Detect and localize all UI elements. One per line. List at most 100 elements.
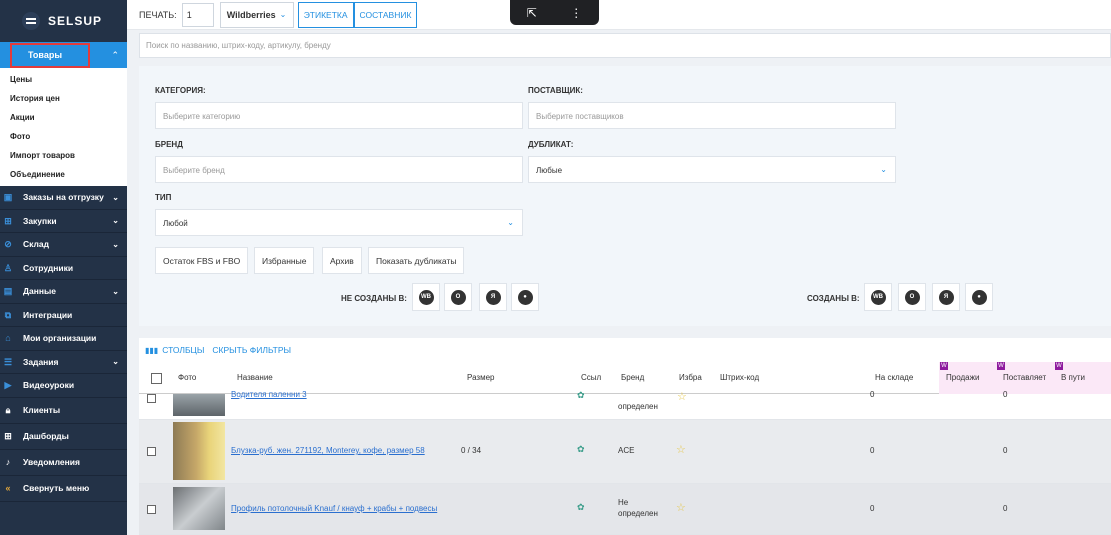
video-overlay-controls: ⇱ ⋮	[510, 0, 599, 25]
product-name-link[interactable]: Профиль потолочный Knauf / кнауф + крабы…	[231, 504, 437, 513]
product-thumbnail[interactable]	[173, 487, 225, 530]
sidebar-item-products[interactable]: Товары ⌃	[0, 42, 127, 68]
sidebar-item-orders[interactable]: ▣ Заказы на отгрузку ⌄	[0, 186, 127, 210]
sidebar-item-notifications[interactable]: ♪ Уведомления	[0, 450, 127, 476]
submenu-item-prices[interactable]: Цены	[0, 70, 127, 89]
header-transit[interactable]: В пути	[1061, 373, 1085, 382]
sidebar-item-purchases[interactable]: ⊞ Закупки ⌄	[0, 210, 127, 233]
ozon-toggle[interactable]: O	[444, 283, 472, 311]
logo[interactable]: SELSUP	[0, 0, 127, 42]
marketplace-link-icon[interactable]: ✿	[577, 444, 585, 455]
sidebar-item-data[interactable]: ▤ Данные ⌄	[0, 280, 127, 304]
sidebar-item-tasks[interactable]: ☰ Задания ⌄	[0, 351, 127, 374]
header-brand[interactable]: Бренд	[621, 373, 644, 382]
supplier-label: ПОСТАВЩИК:	[528, 86, 583, 95]
brand-cell: Не определен	[618, 498, 658, 518]
show-duplicates-button[interactable]: Показать дубликаты	[368, 247, 465, 274]
sidebar-item-video[interactable]: ▶ Видеоуроки	[0, 374, 127, 398]
favorite-star-icon[interactable]: ☆	[676, 443, 686, 456]
hide-filters-button[interactable]: СКРЫТЬ ФИЛЬТРЫ	[212, 345, 291, 355]
marketplace-select[interactable]: Wildberries ⌄	[219, 1, 294, 28]
wildberries-toggle[interactable]: WB	[412, 283, 440, 311]
row-checkbox[interactable]	[147, 505, 156, 514]
sidebar-item-collapse[interactable]: «Свернуть меню	[0, 476, 127, 502]
share-icon[interactable]: ⇱	[527, 6, 537, 20]
submenu-item-photo[interactable]: Фото	[0, 127, 127, 146]
chevron-down-icon: ⌄	[112, 216, 119, 226]
submenu-item-price-history[interactable]: История цен	[0, 89, 127, 108]
brand-cell: определен	[618, 402, 658, 411]
submenu-item-promotions[interactable]: Акции	[0, 108, 127, 127]
wildberries-toggle[interactable]: WB	[864, 283, 892, 311]
products-table: ▮▮▮ СТОЛБЦЫ СКРЫТЬ ФИЛЬТРЫ W W W Фото На…	[139, 338, 1111, 535]
duplicate-select[interactable]: Любые ⌄	[528, 156, 896, 183]
header-size[interactable]: Размер	[467, 373, 495, 382]
print-label: ПЕЧАТЬ:	[139, 9, 177, 20]
stock-cell: 0	[870, 504, 875, 513]
search-input[interactable]: Поиск по названию, штрих-коду, артикулу,…	[139, 33, 1111, 58]
sidebar-item-integrations[interactable]: ⧉ Интеграции	[0, 304, 127, 327]
favorites-button[interactable]: Избранные	[254, 247, 315, 274]
row-checkbox[interactable]	[147, 394, 156, 403]
header-supplied[interactable]: Поставляет	[1003, 373, 1046, 382]
archive-button[interactable]: Архив	[322, 247, 362, 274]
table-row[interactable]: Блузка-руб. жен. 271192, Monterey, кофе,…	[139, 420, 1111, 484]
header-link[interactable]: Ссыл	[581, 373, 601, 382]
header-barcode[interactable]: Штрих-код	[720, 373, 759, 382]
product-thumbnail[interactable]	[173, 422, 225, 480]
type-select[interactable]: Любой ⌄	[155, 209, 523, 236]
submenu-item-import[interactable]: Импорт товаров	[0, 146, 127, 165]
yandex-toggle[interactable]: Я	[932, 283, 960, 311]
product-name-link[interactable]: Водителя паленни 3	[231, 390, 307, 399]
print-qty-input[interactable]: 1	[181, 2, 214, 27]
other-mp-toggle[interactable]: ●	[511, 283, 539, 311]
more-icon[interactable]: ⋮	[570, 6, 582, 20]
sidebar-item-employees[interactable]: ♙ Сотрудники	[0, 257, 127, 280]
user-icon: ♙	[3, 262, 13, 273]
box-icon: ▣	[3, 192, 13, 203]
sidebar-item-organizations[interactable]: ⌂ Мои организации	[0, 327, 127, 351]
supplier-input[interactable]: Выберите поставщиков	[528, 102, 896, 129]
composer-button[interactable]: СОСТАВНИК	[353, 1, 418, 28]
table-row[interactable]: Водителя паленни 3 ✿ определен ☆ 0 0	[139, 390, 1111, 420]
sidebar-item-dashboards[interactable]: ⊞ Дашборды	[0, 424, 127, 450]
cart-icon: ⊞	[4, 215, 12, 226]
sidebar-item-warehouse[interactable]: ⊘ Склад ⌄	[0, 233, 127, 257]
other-mp-toggle[interactable]: ●	[965, 283, 993, 311]
category-input[interactable]: Выберите категорию	[155, 102, 523, 129]
brand-input[interactable]: Выберите бренд	[155, 156, 523, 183]
columns-icon: ▮▮▮	[145, 345, 159, 355]
supplied-cell: 0	[1003, 390, 1008, 399]
favorite-star-icon[interactable]: ☆	[677, 390, 687, 403]
submenu-item-merge[interactable]: Объединение	[0, 165, 127, 184]
label-button[interactable]: ЭТИКЕТКА	[297, 1, 354, 28]
select-all-checkbox[interactable]	[151, 373, 162, 384]
marketplace-icon: ●	[517, 289, 533, 305]
header-favorite[interactable]: Избра	[679, 373, 702, 382]
header-name[interactable]: Название	[237, 373, 273, 382]
favorite-star-icon[interactable]: ☆	[676, 501, 686, 514]
yandex-toggle[interactable]: Я	[479, 283, 507, 311]
marketplace-link-icon[interactable]: ✿	[577, 502, 585, 513]
ozon-icon: O	[450, 289, 466, 305]
sidebar-item-clients[interactable]: 🔒︎ Клиенты	[0, 398, 127, 424]
product-name-link[interactable]: Блузка-руб. жен. 271192, Monterey, кофе,…	[231, 446, 425, 455]
marketplace-link-icon[interactable]: ✿	[577, 390, 585, 401]
ozon-icon: O	[904, 289, 920, 305]
row-checkbox[interactable]	[147, 447, 156, 456]
columns-button[interactable]: СТОЛБЦЫ	[162, 345, 204, 355]
product-thumbnail[interactable]	[173, 394, 225, 416]
supplied-cell: 0	[1003, 446, 1008, 455]
task-icon: ☰	[3, 356, 13, 367]
header-stock[interactable]: На складе	[875, 373, 913, 382]
header-sales[interactable]: Продажи	[946, 373, 979, 382]
stock-fbs-fbo-button[interactable]: Остаток FBS и FBO	[155, 247, 249, 274]
table-row[interactable]: Профиль потолочный Knauf / кнауф + крабы…	[139, 484, 1111, 535]
filters-panel: КАТЕГОРИЯ: Выберите категорию ПОСТАВЩИК:…	[139, 66, 1111, 326]
chevron-down-icon: ⌄	[279, 10, 287, 19]
stock-cell: 0	[870, 390, 875, 399]
toolbar: ПЕЧАТЬ: 1 Wildberries ⌄ ЭТИКЕТКА СОСТАВН…	[127, 0, 1111, 30]
created-label: СОЗДАНЫ В:	[807, 294, 860, 303]
header-photo[interactable]: Фото	[178, 373, 196, 382]
ozon-toggle[interactable]: O	[898, 283, 926, 311]
